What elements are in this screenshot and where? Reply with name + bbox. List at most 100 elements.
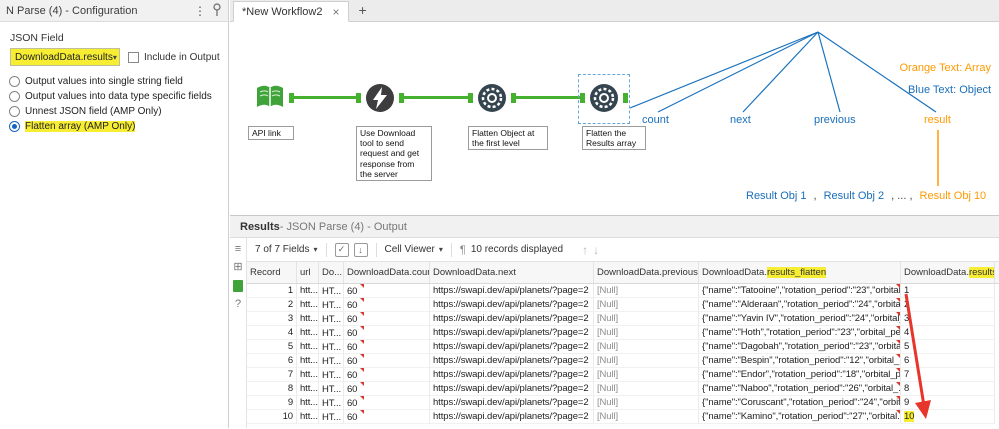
cell-count: 60 (344, 396, 430, 410)
table-row[interactable]: 4htt...HT...60https://swapi.dev/api/plan… (247, 326, 999, 340)
result-obj-1: Result Obj 1 (746, 190, 807, 202)
column-header-downloaddata-previous[interactable]: DownloadData.previous (594, 262, 699, 283)
help-icon[interactable]: ? (235, 299, 241, 310)
divider (451, 243, 452, 257)
grid-view-icon[interactable]: ⊞ (233, 262, 242, 273)
radio-option-single-string[interactable]: Output values into single string field (9, 76, 228, 87)
results-panel: Results - JSON Parse (4) - Output ≡ ⊞ ? … (230, 215, 999, 428)
select-fields-icon[interactable]: ✓ (335, 243, 349, 257)
json-field-dropdown[interactable]: DownloadData.results ▾ (10, 48, 120, 66)
tool-api-link[interactable] (254, 82, 286, 114)
column-header-url[interactable]: url (297, 262, 319, 283)
records-displayed: 10 records displayed (471, 244, 563, 255)
configuration-panel-header: N Parse (4) - Configuration ⋮ (0, 0, 228, 22)
table-row[interactable]: 10htt...HT...60https://swapi.dev/api/pla… (247, 410, 999, 424)
data-view-icon[interactable] (233, 280, 243, 292)
table-row[interactable]: 7htt...HT...60https://swapi.dev/api/plan… (247, 368, 999, 382)
truncation-indicator (896, 382, 900, 386)
cell-record: 6 (247, 354, 297, 368)
arrow-up-icon[interactable]: ↑ (582, 243, 588, 257)
config-panel-title: N Parse (4) - Configuration (6, 5, 188, 17)
output-anchor[interactable] (511, 93, 516, 103)
truncation-indicator (360, 284, 364, 288)
column-header-results-flatten[interactable]: DownloadData.results_flatten (699, 262, 901, 283)
cell-idx: 9 (901, 396, 995, 410)
cell-flatten: {"name":"Coruscant","rotation_period":"2… (699, 396, 901, 410)
column-header-do-[interactable]: Do... (319, 262, 344, 283)
tool-json-parse-results[interactable] (588, 82, 620, 114)
table-row[interactable]: 3htt...HT...60https://swapi.dev/api/plan… (247, 312, 999, 326)
field-label-previous: previous (814, 114, 856, 126)
cell-viewer-dropdown[interactable]: Cell Viewer ▾ (385, 244, 443, 255)
cell-url: htt... (297, 284, 319, 298)
table-row[interactable]: 8htt...HT...60https://swapi.dev/api/plan… (247, 382, 999, 396)
cell-flatten: {"name":"Alderaan","rotation_period":"24… (699, 298, 901, 312)
tool-annotation[interactable]: API link (248, 126, 294, 140)
radio-option-data-type-fields[interactable]: Output values into data type specific fi… (9, 91, 228, 102)
tool-download[interactable] (364, 82, 396, 114)
column-header-downloaddata-count[interactable]: DownloadData.count (344, 262, 430, 283)
column-header-downloaddata-next[interactable]: DownloadData.next (430, 262, 594, 283)
canvas-body[interactable]: API link Use Download tool to send reque… (230, 22, 999, 215)
cell-idx: 1 (901, 284, 995, 298)
truncation-indicator (360, 354, 364, 358)
field-label-count: count (642, 114, 669, 126)
table-body: 1htt...HT...60https://swapi.dev/api/plan… (247, 284, 999, 424)
arrow-down-icon[interactable]: ↓ (593, 243, 599, 257)
fields-dropdown[interactable]: 7 of 7 Fields ▾ (255, 244, 318, 255)
input-anchor[interactable] (468, 93, 473, 103)
cell-next: https://swapi.dev/api/planets/?page=2 (430, 354, 594, 368)
separator: , ... , (891, 190, 912, 202)
column-header-results-idx[interactable]: DownloadData.results_idx (901, 262, 995, 283)
export-data-icon[interactable]: ↓ (354, 243, 368, 257)
cell-previous: [Null] (594, 368, 699, 382)
cell-do: HT... (319, 382, 344, 396)
table-row[interactable]: 9htt...HT...60https://swapi.dev/api/plan… (247, 396, 999, 410)
table-row[interactable]: 5htt...HT...60https://swapi.dev/api/plan… (247, 340, 999, 354)
json-parse-icon (476, 82, 508, 114)
new-tab-button[interactable]: + (359, 2, 367, 18)
table-row[interactable]: 1htt...HT...60https://swapi.dev/api/plan… (247, 284, 999, 298)
cell-count: 60 (344, 326, 430, 340)
pin-icon[interactable] (212, 3, 222, 19)
cell-idx: 7 (901, 368, 995, 382)
cell-do: HT... (319, 312, 344, 326)
dots-menu-icon[interactable]: ⋮ (194, 4, 206, 18)
whitespace-toggle-icon[interactable]: ¶ (460, 244, 466, 256)
table-row[interactable]: 2htt...HT...60https://swapi.dev/api/plan… (247, 298, 999, 312)
results-table: RecordurlDo...DownloadData.countDownload… (247, 262, 999, 428)
fields-dropdown-label: 7 of 7 Fields (255, 244, 309, 255)
json-parse-icon (588, 82, 620, 114)
truncation-indicator (360, 326, 364, 330)
results-toolbar: 7 of 7 Fields ▾ ✓ ↓ Cell Viewer ▾ ¶ 10 r… (247, 238, 999, 262)
output-anchor[interactable] (289, 93, 294, 103)
include-in-output[interactable]: Include in Output (128, 52, 220, 63)
tool-annotation[interactable]: Use Download tool to send request and ge… (356, 126, 432, 181)
input-anchor[interactable] (356, 93, 361, 103)
cell-do: HT... (319, 326, 344, 340)
tool-json-parse-first-level[interactable] (476, 82, 508, 114)
output-anchor[interactable] (399, 93, 404, 103)
list-view-icon[interactable]: ≡ (235, 244, 241, 255)
include-in-output-checkbox[interactable] (128, 52, 139, 63)
tool-annotation[interactable]: Flatten Object at the first level (468, 126, 548, 150)
close-tab-icon[interactable]: × (333, 5, 340, 19)
cell-record: 7 (247, 368, 297, 382)
radio-icon (9, 76, 20, 87)
radio-option-unnest-json[interactable]: Unnest JSON field (AMP Only) (9, 106, 228, 117)
radio-icon (9, 106, 20, 117)
input-anchor[interactable] (580, 93, 585, 103)
radio-option-flatten-array[interactable]: Flatten array (AMP Only) (9, 121, 228, 132)
tool-annotation[interactable]: Flatten the Results array (582, 126, 646, 150)
table-row[interactable]: 6htt...HT...60https://swapi.dev/api/plan… (247, 354, 999, 368)
cell-record: 4 (247, 326, 297, 340)
column-header-record[interactable]: Record (247, 262, 297, 283)
table-header-row: RecordurlDo...DownloadData.countDownload… (247, 262, 999, 284)
cell-do: HT... (319, 396, 344, 410)
chevron-down-icon: ▾ (439, 245, 443, 254)
cell-count: 60 (344, 410, 430, 424)
truncation-indicator (896, 312, 900, 316)
output-anchor[interactable] (623, 93, 628, 103)
cell-flatten: {"name":"Dagobah","rotation_period":"23"… (699, 340, 901, 354)
tab-new-workflow2[interactable]: *New Workflow2 × (233, 1, 349, 22)
